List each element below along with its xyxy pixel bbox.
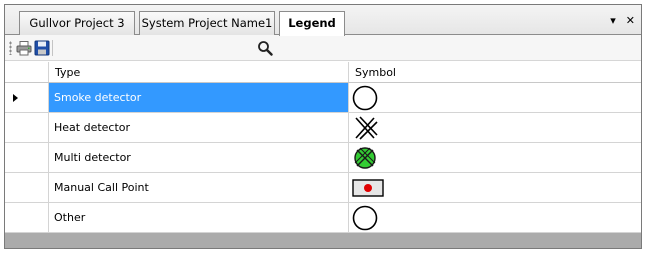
symbol-cell[interactable] [349, 173, 641, 202]
symbol-cell[interactable] [349, 83, 641, 112]
type-label: Manual Call Point [54, 181, 149, 194]
magnifier-icon[interactable] [256, 39, 274, 57]
type-cell[interactable]: Other [49, 203, 349, 232]
table-row[interactable]: Other [5, 203, 641, 233]
printer-icon[interactable] [15, 39, 33, 57]
type-label: Smoke detector [54, 91, 142, 104]
tab-system-project-name1[interactable]: System Project Name1 [139, 11, 275, 35]
type-cell[interactable]: Heat detector [49, 113, 349, 142]
tab-strip-controls: ▾ ✕ [610, 14, 635, 27]
tab-strip: Gullvor Project 3 System Project Name1 L… [5, 5, 641, 36]
row-header[interactable] [5, 143, 49, 172]
toolbar-separator [52, 40, 53, 56]
column-header-symbol[interactable]: Symbol [349, 62, 641, 82]
type-label: Multi detector [54, 151, 131, 164]
column-header-label: Symbol [355, 66, 396, 79]
heat-detector-symbol-icon [355, 116, 378, 140]
tab-legend[interactable]: Legend [279, 11, 345, 36]
toolbar-grip[interactable] [9, 41, 12, 55]
table-row[interactable]: Smoke detector [5, 83, 641, 113]
toolbar [5, 35, 641, 61]
row-header[interactable] [5, 203, 49, 232]
row-header[interactable] [5, 83, 49, 112]
row-header[interactable] [5, 173, 49, 202]
legend-window: Gullvor Project 3 System Project Name1 L… [4, 4, 642, 249]
smoke-detector-symbol-icon [352, 85, 378, 111]
grid-header-row: Type Symbol [5, 62, 641, 83]
floppy-disk-icon[interactable] [33, 39, 51, 57]
symbol-cell[interactable] [349, 203, 641, 232]
current-row-pointer-icon [13, 94, 18, 102]
row-header-corner [5, 62, 49, 82]
type-cell[interactable]: Smoke detector [49, 83, 349, 112]
type-cell[interactable]: Multi detector [49, 143, 349, 172]
tab-gullvor-project-3[interactable]: Gullvor Project 3 [19, 11, 135, 35]
column-header-label: Type [55, 66, 81, 79]
close-icon[interactable]: ✕ [626, 14, 635, 27]
type-cell[interactable]: Manual Call Point [49, 173, 349, 202]
type-label: Heat detector [54, 121, 131, 134]
symbol-cell[interactable] [349, 113, 641, 142]
table-row[interactable]: Manual Call Point [5, 173, 641, 203]
symbol-cell[interactable] [349, 143, 641, 172]
row-header[interactable] [5, 113, 49, 142]
table-row[interactable]: Multi detector [5, 143, 641, 173]
legend-grid: Type Symbol Smoke detector Heat detector… [5, 62, 641, 248]
multi-detector-symbol-icon [354, 147, 376, 169]
tab-label: Legend [288, 16, 336, 30]
dropdown-arrow-icon[interactable]: ▾ [610, 14, 616, 27]
tab-label: System Project Name1 [141, 16, 273, 30]
table-row[interactable]: Heat detector [5, 113, 641, 143]
other-symbol-icon [352, 205, 378, 231]
tab-label: Gullvor Project 3 [29, 16, 125, 30]
type-label: Other [54, 211, 86, 224]
column-header-type[interactable]: Type [49, 62, 349, 82]
manual-call-point-symbol-icon [352, 179, 384, 197]
